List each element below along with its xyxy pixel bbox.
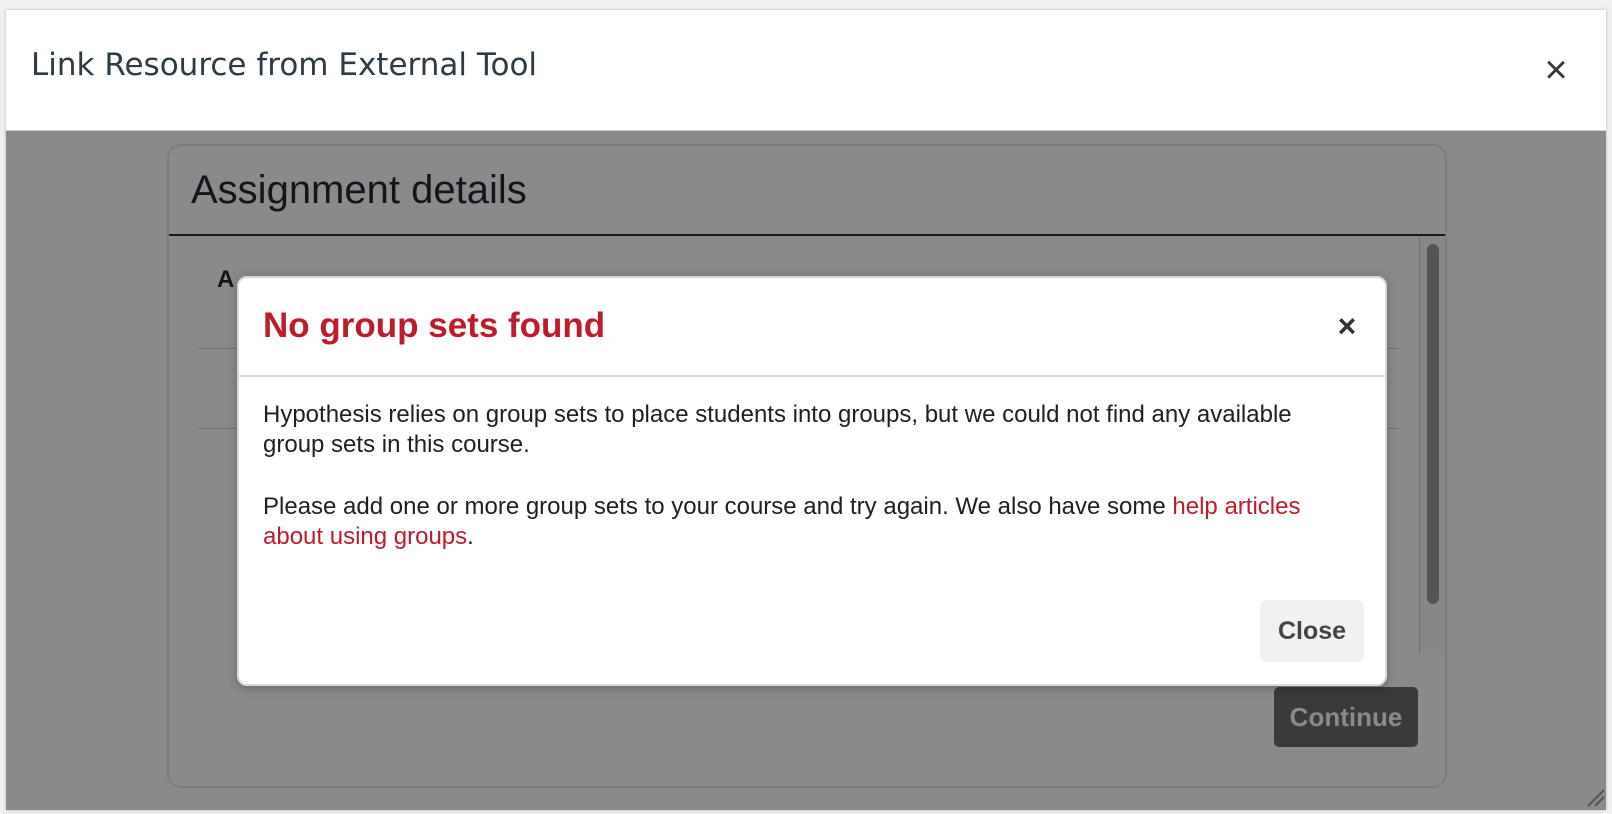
modal-body: Hypothesis relies on group sets to place… — [263, 400, 1343, 584]
modal-text: . — [467, 523, 474, 550]
external-tool-dialog: Link Resource from External Tool × Assig… — [6, 10, 1606, 810]
no-group-sets-modal: No group sets found × Hypothesis relies … — [237, 276, 1387, 686]
modal-paragraph: Hypothesis relies on group sets to place… — [263, 401, 1292, 458]
dialog-header: Link Resource from External Tool × — [6, 10, 1606, 131]
modal-title: No group sets found — [263, 306, 606, 345]
modal-text: Please add one or more group sets to you… — [263, 493, 1173, 520]
close-button[interactable]: Close — [1260, 600, 1364, 662]
modal-paragraph: Please add one or more group sets to you… — [263, 492, 1343, 552]
modal-header: No group sets found × — [239, 278, 1385, 377]
dialog-title: Link Resource from External Tool — [31, 47, 538, 83]
close-icon[interactable]: × — [1536, 50, 1576, 90]
resize-handle-icon[interactable] — [1582, 784, 1606, 808]
close-icon[interactable]: × — [1329, 308, 1365, 344]
